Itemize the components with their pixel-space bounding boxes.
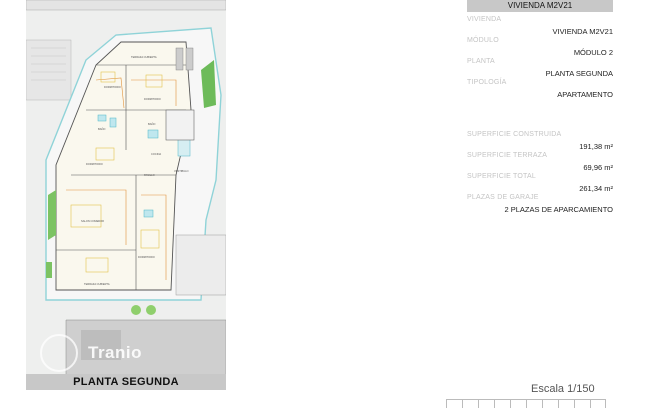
field-label-tipologia: TIPOLOGÍA (467, 79, 507, 86)
room-label-dormitorio-2: DORMITORIO (144, 97, 161, 101)
field-value-plazas-garaje: 2 PLAZAS DE APARCAMIENTO (504, 205, 613, 214)
field-label-modulo: MÓDULO (467, 37, 499, 44)
field-label-superficie-construida: SUPERFICIE CONSTRUIDA (467, 131, 562, 138)
field-value-superficie-total: 261,34 m² (579, 184, 613, 193)
room-label-terraza-bottom: TERRAZA CUBIERTA (84, 282, 110, 286)
room-label-vestibulo: VESTIBULO (174, 169, 189, 173)
room-label-terraza-top: TERRAZA CUBIERTA (131, 55, 157, 59)
unit-header: VIVIENDA M2V21 (467, 0, 613, 12)
field-label-plazas-garaje: PLAZAS DE GARAJE (467, 194, 539, 201)
watermark-logo-icon (40, 334, 78, 372)
field-label-planta: PLANTA (467, 58, 495, 65)
room-label-dormitorio-4: DORMITORIO (138, 255, 155, 259)
field-value-tipologia: APARTAMENTO (557, 90, 613, 99)
field-label-vivienda: VIVIENDA (467, 16, 502, 23)
field-value-modulo: MÓDULO 2 (573, 48, 613, 57)
room-label-dormitorio-1: DORMITORIO (104, 85, 121, 89)
scale-label: Escala 1/150 (531, 383, 595, 395)
field-label-superficie-total: SUPERFICIE TOTAL (467, 173, 536, 180)
field-label-superficie-terraza: SUPERFICIE TERRAZA (467, 152, 548, 159)
plan-caption: PLANTA SEGUNDA (26, 374, 226, 390)
floor-plan-image: TERRAZA CUBIERTA DORMITORIO DORMITORIO B… (26, 0, 226, 375)
field-value-superficie-construida: 191,38 m² (579, 142, 613, 151)
watermark: Tranio (88, 343, 143, 362)
field-value-superficie-terraza: 69,96 m² (583, 163, 613, 172)
field-value-planta: PLANTA SEGUNDA (545, 69, 613, 78)
room-label-cocina: COCINA (151, 152, 161, 156)
room-label-salon: SALON COMEDOR (81, 219, 104, 223)
room-label-pasillo: PASILLO (144, 173, 155, 177)
room-label-dormitorio-3: DORMITORIO (86, 162, 103, 166)
floor-plan-drawing: TERRAZA CUBIERTA DORMITORIO DORMITORIO B… (26, 0, 226, 375)
field-value-vivienda: VIVIENDA M2V21 (552, 27, 613, 36)
